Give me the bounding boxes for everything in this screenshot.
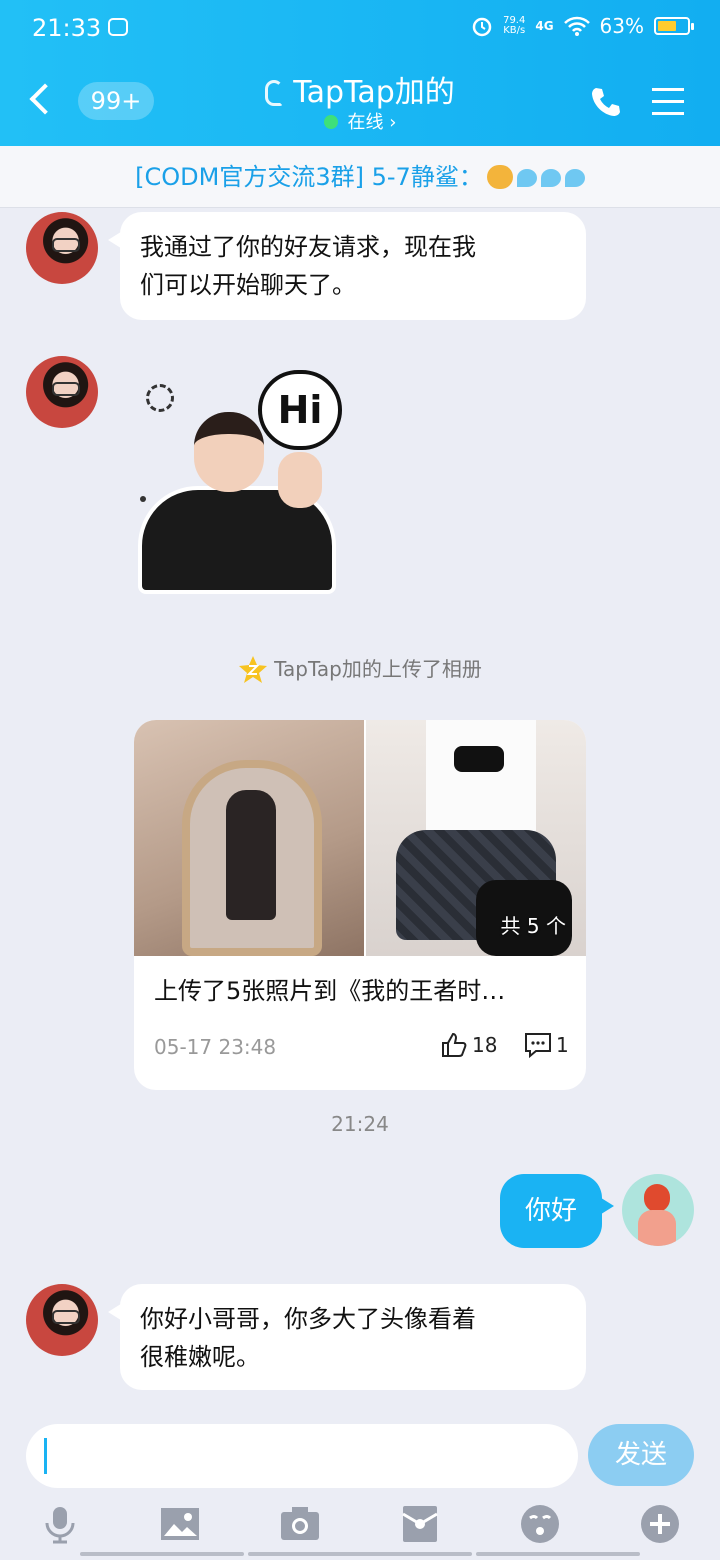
network-type: 4G xyxy=(535,19,554,33)
doge-emoji-icon xyxy=(486,165,513,189)
alarm-icon xyxy=(472,17,492,37)
album-card[interactable]: 共 5 个 上传了5张照片到《我的王者时… 05-17 23:48 18 1 xyxy=(134,720,586,1090)
my-avatar[interactable] xyxy=(622,1174,694,1246)
mic-icon[interactable] xyxy=(40,1504,80,1544)
status-indicators: 79.4 KB/s 4G 63% xyxy=(471,14,694,38)
message-timestamp: 21:24 xyxy=(331,1112,389,1136)
album-date: 05-17 23:48 xyxy=(154,1035,277,1059)
chat-title[interactable]: TapTap加的 在线 › xyxy=(210,74,510,134)
sweat-emoji-icon xyxy=(540,169,561,187)
contact-avatar[interactable] xyxy=(26,356,98,428)
sweat-emoji-icon xyxy=(516,169,537,187)
chevron-left-icon xyxy=(29,83,61,115)
chat-header: 21:33 79.4 KB/s 4G 63% 99+ TapTap加的 在线 › xyxy=(0,0,720,146)
phone-call-button[interactable] xyxy=(588,84,624,120)
text-caret xyxy=(44,1438,47,1474)
group-message-banner[interactable]: [CODM官方交流3群] 5-7静鲨： xyxy=(0,146,720,208)
comment-icon xyxy=(525,1033,551,1058)
contact-avatar[interactable] xyxy=(26,1284,98,1356)
photo-count: 共 5 个 xyxy=(500,914,566,938)
plus-icon[interactable] xyxy=(640,1504,680,1544)
ear-icon xyxy=(265,80,284,106)
send-button[interactable]: 发送 xyxy=(588,1424,694,1486)
battery-icon xyxy=(654,17,694,35)
sticker-hand xyxy=(278,452,322,508)
like-button[interactable]: 18 xyxy=(440,1028,497,1062)
sweat-emoji-icon xyxy=(564,169,585,187)
contact-avatar[interactable] xyxy=(26,212,98,284)
comment-button[interactable]: 1 xyxy=(524,1028,569,1062)
sparkle-icon xyxy=(146,384,174,412)
hi-sticker[interactable]: Hi xyxy=(130,362,360,602)
network-speed: 79.4 KB/s xyxy=(503,15,526,36)
sticker-dot xyxy=(140,496,146,502)
contact-name: TapTap加的 xyxy=(293,75,455,110)
online-status[interactable]: 在线 › xyxy=(210,112,510,134)
unread-count-badge[interactable]: 99+ xyxy=(78,82,154,120)
thumbs-up-icon xyxy=(442,1032,467,1057)
camera-icon[interactable] xyxy=(280,1504,320,1544)
message-input[interactable] xyxy=(26,1424,578,1488)
red-packet-icon[interactable] xyxy=(400,1504,440,1544)
message-bubble[interactable]: 你好小哥哥，你多大了头像看着 很稚嫩呢。 xyxy=(108,1284,586,1390)
album-upload-notice: TapTap加的上传了相册 xyxy=(0,652,720,686)
sticker-hi-text: Hi xyxy=(258,370,342,450)
menu-button[interactable] xyxy=(652,86,686,118)
emoji-icon[interactable] xyxy=(520,1504,560,1544)
my-message-bubble[interactable]: 你好 xyxy=(500,1174,614,1248)
album-photo[interactable] xyxy=(134,720,364,956)
online-dot-icon xyxy=(323,115,338,129)
message-bubble[interactable]: 我通过了你的好友请求，现在我 们可以开始聊天了。 xyxy=(108,212,586,320)
wifi-icon xyxy=(563,16,590,36)
keyboard-tab-indicators xyxy=(0,1552,720,1556)
message-notification-icon xyxy=(108,18,128,36)
battery-percent: 63% xyxy=(599,14,644,38)
sticker-head xyxy=(194,412,264,492)
album-title: 上传了5张照片到《我的王者时… xyxy=(154,977,506,1005)
image-icon[interactable] xyxy=(160,1504,200,1544)
qzone-star-icon xyxy=(239,656,268,683)
back-button[interactable] xyxy=(26,83,61,118)
status-time: 21:33 xyxy=(32,14,102,42)
